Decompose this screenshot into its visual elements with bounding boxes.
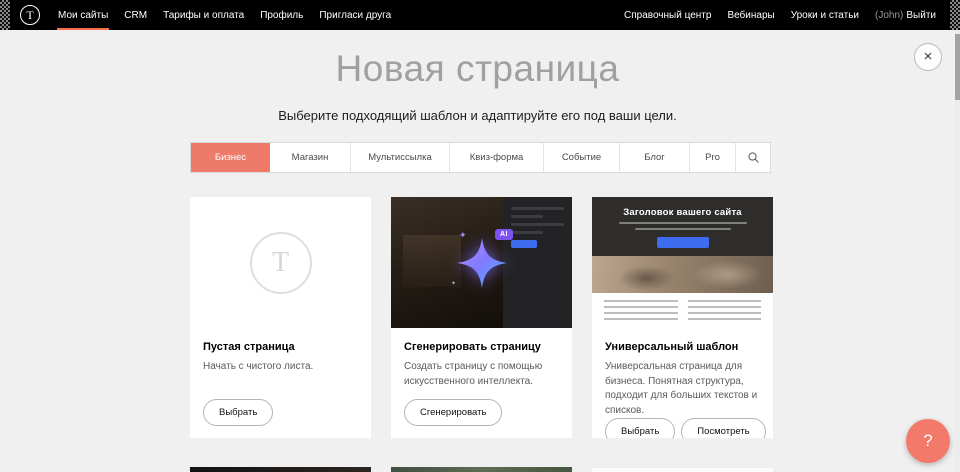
help-button[interactable]: ? bbox=[906, 419, 950, 463]
tab-quiz-form[interactable]: Квиз-форма bbox=[450, 143, 544, 172]
preview-header: Заголовок вашего сайта bbox=[592, 197, 773, 256]
new-page-modal: T Мои сайты CRM Тарифы и оплата Профиль … bbox=[0, 0, 960, 472]
nav-crm[interactable]: CRM bbox=[116, 0, 155, 30]
tab-multilink[interactable]: Мультиссылка bbox=[351, 143, 450, 172]
blank-page-thumbnail[interactable]: T bbox=[190, 197, 371, 328]
card-actions: Выбрать Посмотреть bbox=[605, 418, 760, 438]
main-nav: Мои сайты CRM Тарифы и оплата Профиль Пр… bbox=[50, 0, 399, 30]
ai-thumb-template-panel bbox=[503, 197, 572, 328]
preview-heading: Заголовок вашего сайта bbox=[592, 207, 773, 218]
nav-invite-friend[interactable]: Пригласи друга bbox=[311, 0, 399, 30]
nav-lessons-articles[interactable]: Уроки и статьи bbox=[783, 0, 867, 30]
placeholder-text-column bbox=[604, 300, 678, 321]
scrollbar-track[interactable] bbox=[955, 30, 960, 472]
card-blank-page: T Пустая страница Начать с чистого листа… bbox=[190, 197, 371, 438]
page-title: Новая страница bbox=[0, 48, 955, 90]
card-next-row bbox=[592, 467, 773, 472]
ai-sparkle-icon bbox=[456, 237, 508, 289]
window-edge-pattern-right bbox=[950, 0, 960, 30]
card-title: Сгенерировать страницу bbox=[404, 341, 559, 353]
generate-button[interactable]: Сгенерировать bbox=[404, 399, 502, 426]
nav-help-center[interactable]: Справочный центр bbox=[616, 0, 719, 30]
tab-business[interactable]: Бизнес bbox=[191, 143, 270, 172]
tab-event[interactable]: Событие bbox=[544, 143, 620, 172]
tilda-mark-icon: T bbox=[250, 232, 312, 294]
placeholder-text-column bbox=[688, 300, 762, 321]
tab-pro[interactable]: Pro bbox=[690, 143, 736, 172]
placeholder-bar bbox=[511, 223, 564, 226]
page-subtitle: Выберите подходящий шаблон и адаптируйте… bbox=[0, 108, 955, 123]
placeholder-bar bbox=[511, 207, 564, 210]
preview-photo bbox=[592, 256, 773, 293]
template-cards-grid: T Пустая страница Начать с чистого листа… bbox=[190, 197, 773, 472]
preview-text-columns bbox=[592, 293, 773, 328]
card-description: Создать страницу с помощью искусственног… bbox=[404, 360, 559, 389]
placeholder-button-bar bbox=[511, 240, 537, 248]
search-icon bbox=[747, 151, 760, 164]
placeholder-text-line bbox=[619, 222, 747, 224]
card-description: Универсальная страница для бизнеса. Поня… bbox=[605, 360, 760, 418]
choose-blank-button[interactable]: Выбрать bbox=[203, 399, 273, 426]
choose-template-button[interactable]: Выбрать bbox=[605, 418, 675, 438]
card-title: Пустая страница bbox=[203, 341, 358, 353]
window-edge-pattern-left bbox=[0, 0, 10, 30]
close-icon: × bbox=[924, 49, 933, 64]
placeholder-bar bbox=[511, 215, 543, 218]
tab-shop[interactable]: Магазин bbox=[270, 143, 351, 172]
tab-blog[interactable]: Блог bbox=[620, 143, 690, 172]
card-ai-generate: ✦ ✦ AI Сгенерировать страницу Со bbox=[391, 197, 572, 438]
universal-template-thumbnail[interactable]: Заголовок вашего сайта bbox=[592, 197, 773, 328]
placeholder-bar bbox=[511, 231, 543, 234]
user-logout[interactable]: (John) Выйти bbox=[867, 0, 944, 30]
nav-my-sites[interactable]: Мои сайты bbox=[50, 0, 116, 30]
secondary-nav: Справочный центр Вебинары Уроки и статьи… bbox=[616, 0, 944, 30]
preview-template-button[interactable]: Посмотреть bbox=[681, 418, 765, 438]
card-body: Пустая страница Начать с чистого листа. … bbox=[190, 328, 371, 438]
card-description: Начать с чистого листа. bbox=[203, 360, 358, 375]
card-actions: Выбрать bbox=[203, 399, 358, 426]
scrollbar-thumb[interactable] bbox=[955, 34, 960, 100]
card-actions: Сгенерировать bbox=[404, 399, 559, 426]
tilda-logo[interactable]: T bbox=[20, 5, 40, 25]
nav-profile[interactable]: Профиль bbox=[252, 0, 311, 30]
card-next-row bbox=[190, 467, 371, 472]
ai-generate-thumbnail[interactable]: ✦ ✦ AI bbox=[391, 197, 572, 328]
ai-badge: AI bbox=[495, 229, 513, 240]
preview-cta-button bbox=[657, 237, 709, 248]
template-thumbnail[interactable] bbox=[391, 467, 572, 472]
topbar: T Мои сайты CRM Тарифы и оплата Профиль … bbox=[0, 0, 960, 30]
tilda-mark-letter: T bbox=[272, 247, 289, 279]
card-body: Универсальный шаблон Универсальная стран… bbox=[592, 328, 773, 438]
tab-search[interactable] bbox=[736, 143, 770, 172]
nav-tariffs-payment[interactable]: Тарифы и оплата bbox=[155, 0, 252, 30]
close-button[interactable]: × bbox=[914, 43, 942, 71]
template-category-tabs: Бизнес Магазин Мультиссылка Квиз-форма С… bbox=[190, 142, 771, 173]
template-thumbnail[interactable] bbox=[592, 467, 773, 472]
card-title: Универсальный шаблон bbox=[605, 341, 760, 353]
card-body: Сгенерировать страницу Создать страницу … bbox=[391, 328, 572, 438]
ai-thumb-shelf-shape bbox=[403, 235, 461, 287]
logout-link[interactable]: Выйти bbox=[906, 10, 936, 21]
card-next-row bbox=[391, 467, 572, 472]
nav-webinars[interactable]: Вебинары bbox=[719, 0, 782, 30]
template-thumbnail[interactable] bbox=[190, 467, 371, 472]
user-label: (John) bbox=[875, 10, 903, 21]
card-universal-template: Заголовок вашего сайта Универсальный шаб… bbox=[592, 197, 773, 438]
logo-letter: T bbox=[26, 9, 33, 21]
placeholder-text-line bbox=[635, 228, 731, 230]
